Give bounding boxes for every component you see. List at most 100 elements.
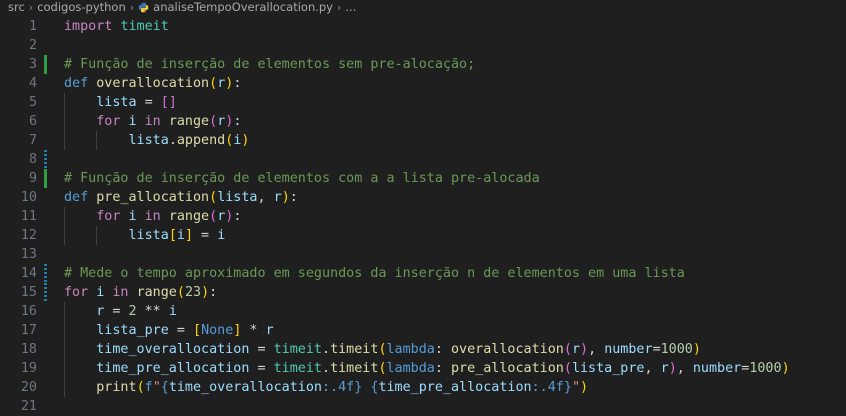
code-token: for — [96, 209, 121, 224]
line-number: 9 — [28, 171, 37, 186]
code-line[interactable]: 8 — [0, 150, 846, 169]
code-token: = — [249, 342, 274, 357]
code-line[interactable]: 20 print(f"{time_overallocation:.4f} {ti… — [0, 378, 846, 397]
code-token: range — [168, 114, 210, 129]
code-token: timeit — [330, 361, 379, 376]
code-token: r — [273, 190, 282, 205]
code-token: ] — [184, 228, 193, 243]
code-line[interactable]: 17 lista_pre = [None] * r — [0, 321, 846, 340]
chevron-right-icon: › — [129, 1, 135, 14]
code-line[interactable]: 6 for i in range(r): — [0, 112, 846, 131]
code-token: 2 — [128, 304, 137, 319]
code-line[interactable]: 18 time_overallocation = timeit.timeit(l… — [0, 340, 846, 359]
code-line[interactable]: 15 for i in range(23): — [0, 283, 846, 302]
code-text: lista[i] = i — [64, 226, 226, 245]
code-token: for — [64, 285, 89, 300]
code-line[interactable]: 9 # Função de inserção de elementos com a… — [0, 169, 846, 188]
breadcrumb-folder-src[interactable]: src — [8, 0, 25, 15]
code-token: 1000 — [749, 361, 782, 376]
code-text: lista_pre = [None] * r — [64, 321, 274, 340]
code-text: # Função de inserção de elementos com a … — [64, 169, 540, 188]
code-token: lambda — [386, 361, 435, 376]
code-text: for i in range(r): — [64, 207, 241, 226]
code-token: ( — [209, 190, 218, 205]
code-token: lambda — [386, 342, 435, 357]
python-file-icon — [138, 2, 149, 13]
code-token: , — [588, 342, 605, 357]
breadcrumb-file[interactable]: analiseTempoOverallocation.py — [153, 0, 333, 15]
code-line[interactable]: 12 lista[i] = i — [0, 226, 846, 245]
breadcrumb-symbols[interactable]: ... — [345, 0, 356, 15]
code-token: time_overallocation — [96, 342, 250, 357]
code-token: : — [209, 285, 218, 300]
gutter-modified-marker[interactable] — [44, 150, 47, 169]
line-number: 7 — [28, 133, 37, 148]
code-token: timeit — [273, 361, 322, 376]
code-token: : — [289, 190, 298, 205]
code-line[interactable]: 5 lista = [] — [0, 93, 846, 112]
gutter-added-marker[interactable] — [44, 169, 47, 188]
code-line[interactable]: 10 def pre_allocation(lista, r): — [0, 188, 846, 207]
line-number: 10 — [20, 190, 37, 205]
gutter-added-marker[interactable] — [44, 55, 47, 74]
code-token: r — [571, 342, 580, 357]
code-token: number — [604, 342, 653, 357]
code-line[interactable]: 2 — [0, 36, 846, 55]
code-token: { — [160, 380, 169, 395]
code-line[interactable]: 16 r = 2 ** i — [0, 302, 846, 321]
code-token: # Função de inserção de elementos sem pr… — [64, 57, 476, 72]
code-text: for i in range(r): — [64, 112, 241, 131]
code-token: ( — [176, 285, 185, 300]
gutter-modified-marker[interactable] — [44, 264, 47, 283]
code-token: = — [104, 304, 129, 319]
line-number: 11 — [20, 209, 37, 224]
line-number: 20 — [20, 380, 37, 395]
code-line[interactable]: 11 for i in range(r): — [0, 207, 846, 226]
code-token: for — [96, 114, 121, 129]
breadcrumb-folder-codigos-python[interactable]: codigos-python — [37, 0, 126, 15]
code-line[interactable]: 1 import timeit — [0, 17, 846, 36]
code-token: ) — [580, 380, 589, 395]
line-number: 8 — [28, 152, 37, 167]
code-line[interactable]: 19 time_pre_allocation = timeit.timeit(l… — [0, 359, 846, 378]
code-token: i — [128, 114, 137, 129]
code-line[interactable]: 14 # Mede o tempo aproximado em segundos … — [0, 264, 846, 283]
code-token: # Função de inserção de elementos com a … — [64, 171, 540, 186]
code-token: timeit — [330, 342, 379, 357]
code-text: lista.append(i) — [64, 131, 250, 150]
code-token: append — [176, 133, 226, 148]
code-token: pre_allocation — [451, 361, 564, 376]
code-token: ( — [378, 342, 387, 357]
code-line[interactable]: 3 # Função de inserção de elementos sem p… — [0, 55, 846, 74]
code-line[interactable]: 21 — [0, 397, 846, 416]
code-token: . — [322, 361, 331, 376]
code-token: def — [64, 76, 89, 91]
code-text: # Função de inserção de elementos sem pr… — [64, 55, 475, 74]
code-token: : — [233, 114, 242, 129]
code-token: ( — [563, 342, 572, 357]
code-token: number — [692, 361, 742, 376]
code-token: : — [233, 209, 242, 224]
gutter-modified-marker[interactable] — [44, 283, 47, 302]
breadcrumb: src › codigos-python › analiseTempoOvera… — [0, 0, 846, 15]
code-token: " — [152, 380, 161, 395]
code-token: : — [434, 342, 451, 357]
code-line[interactable]: 4 def overallocation(r): — [0, 74, 846, 93]
code-editor[interactable]: 1 import timeit 2 3 # Função de inserção de … — [0, 17, 846, 416]
code-line[interactable]: 7 lista.append(i) — [0, 131, 846, 150]
code-token: r — [265, 323, 274, 338]
code-token: i — [217, 228, 226, 243]
code-line[interactable]: 13 — [0, 245, 846, 264]
code-token: ) — [201, 285, 210, 300]
code-token: print — [96, 380, 137, 395]
code-text: import timeit — [64, 17, 169, 36]
code-token: lista — [128, 133, 169, 148]
